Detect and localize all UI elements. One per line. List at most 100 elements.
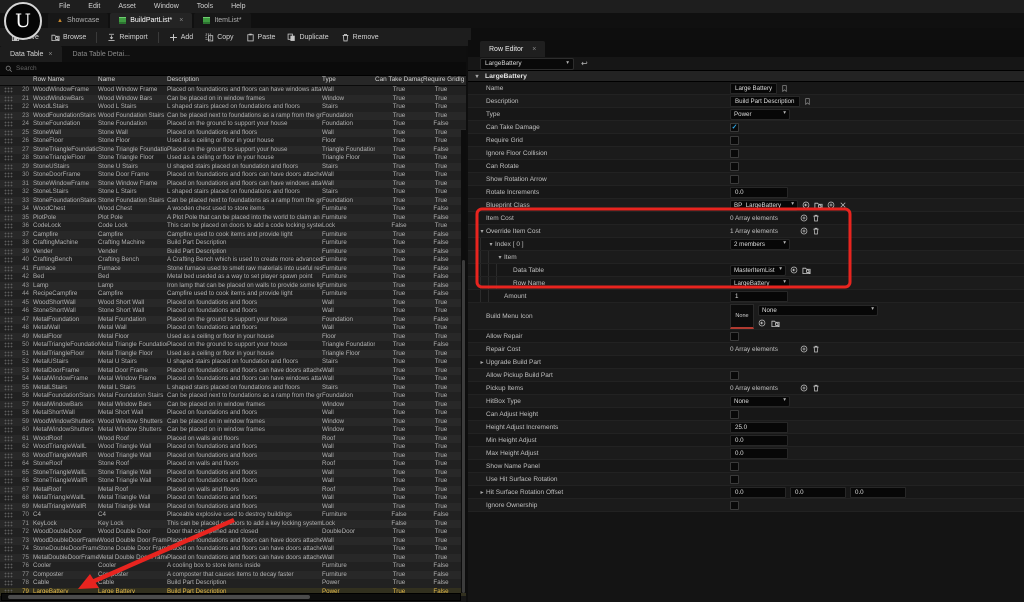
menu-help[interactable]: Help — [222, 0, 254, 13]
checkbox-unchecked[interactable] — [730, 462, 739, 471]
drag-handle-icon[interactable] — [4, 359, 13, 365]
drag-handle-icon[interactable] — [4, 283, 13, 289]
drag-handle-icon[interactable] — [4, 130, 13, 136]
drag-handle-icon[interactable] — [4, 478, 13, 484]
drag-handle-icon[interactable] — [4, 334, 13, 340]
drag-handle-icon[interactable] — [4, 461, 13, 467]
use-selected-icon[interactable] — [802, 201, 810, 209]
drag-handle-icon[interactable] — [4, 274, 13, 280]
drag-handle-icon[interactable] — [4, 87, 13, 93]
close-icon[interactable]: × — [48, 51, 52, 58]
plus-circle-icon[interactable] — [827, 201, 835, 209]
table-row-WoodLStairs[interactable]: 22WoodLStairsWood L StairsL shaped stair… — [0, 103, 466, 112]
plus-circle-icon[interactable] — [800, 345, 808, 353]
table-row-Cable[interactable]: 78CableCableBuild Part DescriptionPowerT… — [0, 579, 466, 588]
trash-icon[interactable] — [812, 227, 820, 235]
table-row-Bed[interactable]: 42BedBedMetal bed useded as a way to set… — [0, 273, 466, 282]
drag-handle-icon[interactable] — [4, 393, 13, 399]
drag-handle-icon[interactable] — [4, 580, 13, 586]
table-row-StoneTriangleWallL[interactable]: 65StoneTriangleWallLStone Triangle WallP… — [0, 469, 466, 478]
drag-handle-icon[interactable] — [4, 155, 13, 161]
table-row-WoodWindowShutters[interactable]: 59WoodWindowShuttersWood Window Shutters… — [0, 418, 466, 427]
drag-handle-icon[interactable] — [4, 529, 13, 535]
table-row-MetalTriangleWallL[interactable]: 68MetalTriangleWallLMetal Triangle WallP… — [0, 494, 466, 503]
column-header-type[interactable]: Type — [322, 76, 375, 85]
table-row-RecipeCampfire[interactable]: 44RecipeCampfireCampfireCampfire used to… — [0, 290, 466, 299]
menu-tools[interactable]: Tools — [188, 0, 222, 13]
table-row-MetalDoorFrame[interactable]: 53MetalDoorFrameMetal Door FramePlaced o… — [0, 367, 466, 376]
table-row-StoneTriangleFoundatio[interactable]: 27StoneTriangleFoundatioStone Triangle F… — [0, 146, 466, 155]
drag-handle-icon[interactable] — [4, 308, 13, 314]
checkbox-unchecked[interactable] — [730, 162, 739, 171]
table-row-WoodDoubleDoor[interactable]: 72WoodDoubleDoorWood Double DoorDoor tha… — [0, 528, 466, 537]
drag-handle-icon[interactable] — [4, 249, 13, 255]
checkbox-unchecked[interactable] — [730, 371, 739, 380]
column-header-ig[interactable]: Ig — [459, 76, 466, 85]
value-input[interactable]: 0.0 — [730, 487, 786, 498]
table-row-MetalFloor[interactable]: 49MetalFloorMetal FloorUsed as a ceiling… — [0, 333, 466, 342]
table-row-StoneDoubleDoorFrame[interactable]: 74StoneDoubleDoorFrameStone Double Door … — [0, 545, 466, 554]
table-row-CraftingMachine[interactable]: 38CraftingMachineCrafting MachineBuild P… — [0, 239, 466, 248]
drag-handle-icon[interactable] — [4, 555, 13, 561]
drag-handle-icon[interactable] — [4, 538, 13, 544]
drag-handle-icon[interactable] — [4, 164, 13, 170]
checkbox-unchecked[interactable] — [730, 149, 739, 158]
table-row-Vender[interactable]: 39VenderVenderBuild Part DescriptionFurn… — [0, 248, 466, 257]
table-row-MetalShortWall[interactable]: 58MetalShortWallMetal Short WallPlaced o… — [0, 409, 466, 418]
checkbox-unchecked[interactable] — [730, 136, 739, 145]
drag-handle-icon[interactable] — [4, 546, 13, 552]
bookmark-icon[interactable] — [781, 84, 788, 93]
close-icon[interactable]: × — [532, 46, 536, 53]
drag-handle-icon[interactable] — [4, 223, 13, 229]
trash-icon[interactable] — [812, 384, 820, 392]
add-button[interactable]: Add — [163, 31, 199, 44]
drag-handle-icon[interactable] — [4, 300, 13, 306]
menu-file[interactable]: File — [50, 0, 79, 13]
drag-handle-icon[interactable] — [4, 351, 13, 357]
drag-handle-icon[interactable] — [4, 427, 13, 433]
duplicate-button[interactable]: Duplicate — [281, 31, 334, 44]
table-row-WoodWindowBars[interactable]: 21WoodWindowBarsWood Window BarsCan be p… — [0, 95, 466, 104]
scrollbar-thumb[interactable] — [8, 595, 310, 599]
trash-icon[interactable] — [812, 214, 820, 222]
menu-edit[interactable]: Edit — [79, 0, 109, 13]
drag-handle-icon[interactable] — [4, 317, 13, 323]
search-bar[interactable]: Search — [0, 62, 466, 76]
table-row-MetalWall[interactable]: 48MetalWallMetal WallPlaced on foundatio… — [0, 324, 466, 333]
value-input[interactable]: 0.0 — [730, 435, 788, 446]
table-row-StoneFoundationStairs[interactable]: 33StoneFoundationStairsStone Foundation … — [0, 197, 466, 206]
table-row-MetalTriangleFloor[interactable]: 51MetalTriangleFloorMetal Triangle Floor… — [0, 350, 466, 359]
value-input[interactable]: 0.0 — [730, 448, 788, 459]
table-row-C4[interactable]: 70C4C4Placeable explosive used to destro… — [0, 511, 466, 520]
table-row-StoneUStairs[interactable]: 29StoneUStairsStone U StairsU shaped sta… — [0, 163, 466, 172]
drag-handle-icon[interactable] — [4, 376, 13, 382]
table-row-WoodWindowFrame[interactable]: 20WoodWindowFrameWood Window FramePlaced… — [0, 86, 466, 95]
table-row-Cooler[interactable]: 76CoolerCoolerA cooling box to store ite… — [0, 562, 466, 571]
checkbox-unchecked[interactable] — [730, 175, 739, 184]
value-input[interactable]: 25.0 — [730, 422, 788, 433]
table-row-StoneFoundation[interactable]: 24StoneFoundationStone FoundationPlaced … — [0, 120, 466, 129]
dropdown[interactable]: Power▾ — [730, 109, 790, 120]
table-row-StoneDoorFrame[interactable]: 30StoneDoorFrameStone Door FramePlaced o… — [0, 171, 466, 180]
expander-open-icon[interactable]: ▾ — [473, 73, 481, 80]
remove-button[interactable]: Remove — [335, 31, 385, 44]
drag-handle-icon[interactable] — [4, 402, 13, 408]
drag-handle-icon[interactable] — [4, 563, 13, 569]
table-row-KeyLock[interactable]: 71KeyLockKey LockThis can be placed on d… — [0, 520, 466, 529]
dropdown[interactable]: MasterItemList▾ — [730, 265, 786, 276]
drag-handle-icon[interactable] — [4, 181, 13, 187]
table-row-MetalFoundationStairs[interactable]: 56MetalFoundationStairsMetal Foundation … — [0, 392, 466, 401]
drag-handle-icon[interactable] — [4, 487, 13, 493]
paste-button[interactable]: Paste — [240, 31, 282, 44]
table-row-PlotPole[interactable]: 35PlotPolePlot PoleA Plot Pole that can … — [0, 214, 466, 223]
struct-section-header[interactable]: ▾ LargeBattery — [468, 71, 1024, 82]
value-input[interactable]: 0.0 — [790, 487, 846, 498]
table-row-StoneLStairs[interactable]: 32StoneLStairsStone L StairsL shaped sta… — [0, 188, 466, 197]
value-input[interactable]: 1 — [730, 291, 788, 302]
table-row-WoodTriangleWallL[interactable]: 62WoodTriangleWallLWood Triangle WallPla… — [0, 443, 466, 452]
drag-handle-icon[interactable] — [4, 521, 13, 527]
bookmark-icon[interactable] — [804, 97, 811, 106]
table-row-MetalTriangleFoundatio[interactable]: 50MetalTriangleFoundatioMetal Triangle F… — [0, 341, 466, 350]
close-icon[interactable]: × — [179, 17, 183, 24]
menu-window[interactable]: Window — [145, 0, 188, 13]
